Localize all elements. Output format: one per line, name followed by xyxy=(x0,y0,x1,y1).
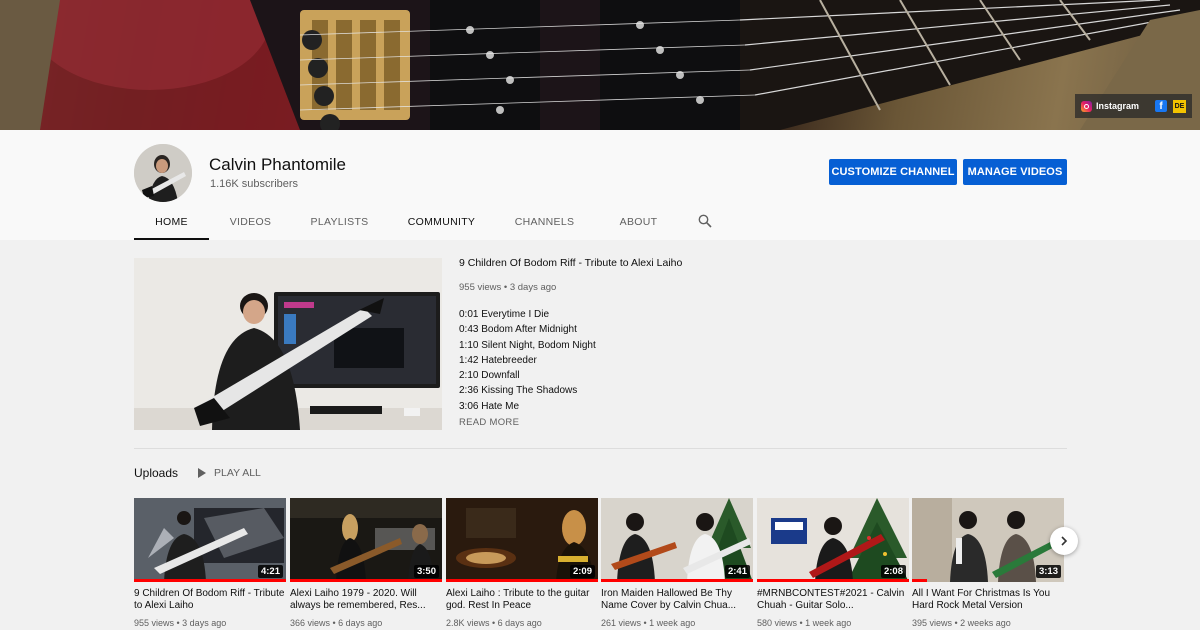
video-title[interactable]: All I Want For Christmas Is You Hard Roc… xyxy=(912,588,1064,612)
description-line: 1:10 Silent Night, Bodom Night xyxy=(459,339,596,351)
video-meta: 2.8K views • 6 days ago xyxy=(446,618,542,628)
channel-banner: Instagram f DE xyxy=(0,0,1200,130)
play-all-label: PLAY ALL xyxy=(214,467,261,479)
video-meta: 955 views • 3 days ago xyxy=(134,618,227,628)
video-card[interactable]: 4:21 9 Children Of Bodom Riff - Tribute … xyxy=(134,498,286,628)
manage-videos-button[interactable]: MANAGE VIDEOS xyxy=(963,159,1067,185)
tab-channels[interactable]: CHANNELS xyxy=(496,210,593,240)
shelf-next-button[interactable] xyxy=(1050,527,1078,555)
play-all-button[interactable]: PLAY ALL xyxy=(198,467,261,479)
video-thumbnail[interactable]: 4:21 xyxy=(134,498,286,582)
watch-progress xyxy=(290,579,442,582)
de-icon: DE xyxy=(1173,99,1186,113)
uploads-title[interactable]: Uploads xyxy=(134,466,178,480)
description-line: 1:42 Hatebreeder xyxy=(459,354,537,366)
video-thumbnail[interactable]: 2:41 xyxy=(601,498,753,582)
video-thumbnail[interactable]: 2:09 xyxy=(446,498,598,582)
description-line: 3:06 Hate Me xyxy=(459,400,520,412)
channel-name: Calvin Phantomile xyxy=(209,155,347,174)
banner-link-label: Instagram xyxy=(1095,101,1139,111)
facebook-icon: f xyxy=(1155,100,1167,112)
video-duration: 2:08 xyxy=(880,565,906,578)
featured-video-thumbnail[interactable] xyxy=(134,258,442,430)
instagram-icon xyxy=(1080,100,1092,112)
video-duration: 3:50 xyxy=(413,565,439,578)
video-duration: 3:13 xyxy=(1035,565,1061,578)
video-duration: 2:09 xyxy=(569,565,595,578)
tab-community[interactable]: COMMUNITY xyxy=(387,210,496,240)
uploads-shelf: 4:21 9 Children Of Bodom Riff - Tribute … xyxy=(134,498,1066,630)
description-line: 0:43 Bodom After Midnight xyxy=(459,324,577,336)
banner-link-facebook[interactable]: f xyxy=(1155,100,1167,112)
tab-home[interactable]: HOME xyxy=(134,210,209,240)
tab-playlists[interactable]: PLAYLISTS xyxy=(292,210,387,240)
description-line: 0:01 Everytime I Die xyxy=(459,309,550,320)
banner-guitar-image xyxy=(0,0,1200,130)
video-card[interactable]: 2:08 #MRNBCONTEST#2021 - Calvin Chuah - … xyxy=(757,498,909,628)
banner-link-de[interactable]: DE xyxy=(1173,99,1186,113)
video-duration: 4:21 xyxy=(257,565,283,578)
video-card[interactable]: 2:41 Iron Maiden Hallowed Be Thy Name Co… xyxy=(601,498,753,628)
video-title[interactable]: Alexi Laiho 1979 - 2020. Will always be … xyxy=(290,588,442,612)
watch-progress xyxy=(912,579,928,582)
video-meta: 580 views • 1 week ago xyxy=(757,618,852,628)
watch-progress xyxy=(446,579,598,582)
video-title[interactable]: 9 Children Of Bodom Riff - Tribute to Al… xyxy=(134,588,286,612)
video-meta: 366 views • 6 days ago xyxy=(290,618,383,628)
tab-videos[interactable]: VIDEOS xyxy=(209,210,292,240)
video-meta: 395 views • 2 weeks ago xyxy=(912,618,1011,628)
video-title[interactable]: Alexi Laiho : Tribute to the guitar god.… xyxy=(446,588,598,612)
video-title[interactable]: Iron Maiden Hallowed Be Thy Name Cover b… xyxy=(601,588,753,612)
chevron-right-icon xyxy=(1061,536,1068,546)
read-more-link[interactable]: READ MORE xyxy=(459,417,519,428)
watch-progress xyxy=(601,579,753,582)
video-card[interactable]: 2:09 Alexi Laiho : Tribute to the guitar… xyxy=(446,498,598,628)
video-duration: 2:41 xyxy=(724,565,750,578)
section-divider xyxy=(134,448,1067,449)
video-thumbnail[interactable]: 3:13 xyxy=(912,498,1064,582)
avatar[interactable] xyxy=(134,144,192,202)
tab-about[interactable]: ABOUT xyxy=(593,210,684,240)
video-meta: 261 views • 1 week ago xyxy=(601,618,696,628)
featured-video-meta: 955 views • 3 days ago xyxy=(459,282,557,293)
video-thumbnail[interactable]: 3:50 xyxy=(290,498,442,582)
featured-video-title[interactable]: 9 Children Of Bodom Riff - Tribute to Al… xyxy=(459,257,682,269)
watch-progress xyxy=(134,579,286,582)
banner-links: Instagram f DE xyxy=(1074,94,1192,118)
channel-header: Calvin Phantomile 1.16K subscribers CUST… xyxy=(0,130,1200,240)
banner-link-instagram[interactable]: Instagram xyxy=(1080,100,1139,112)
video-card[interactable]: 3:50 Alexi Laiho 1979 - 2020. Will alway… xyxy=(290,498,442,628)
video-card[interactable]: 3:13 All I Want For Christmas Is You Har… xyxy=(912,498,1064,628)
channel-tabs: HOME VIDEOS PLAYLISTS COMMUNITY CHANNELS… xyxy=(134,210,684,240)
video-title[interactable]: #MRNBCONTEST#2021 - Calvin Chuah - Guita… xyxy=(757,588,909,612)
subscriber-count: 1.16K subscribers xyxy=(210,178,299,190)
description-line: 2:10 Downfall xyxy=(459,370,520,382)
search-icon[interactable] xyxy=(698,214,712,228)
customize-channel-button[interactable]: CUSTOMIZE CHANNEL xyxy=(829,159,957,185)
description-line: 2:36 Kissing The Shadows xyxy=(459,385,578,397)
play-icon xyxy=(198,468,206,478)
featured-video-description: 0:01 Everytime I Die 0:43 Bodom After Mi… xyxy=(459,307,596,414)
watch-progress xyxy=(757,579,909,582)
video-thumbnail[interactable]: 2:08 xyxy=(757,498,909,582)
